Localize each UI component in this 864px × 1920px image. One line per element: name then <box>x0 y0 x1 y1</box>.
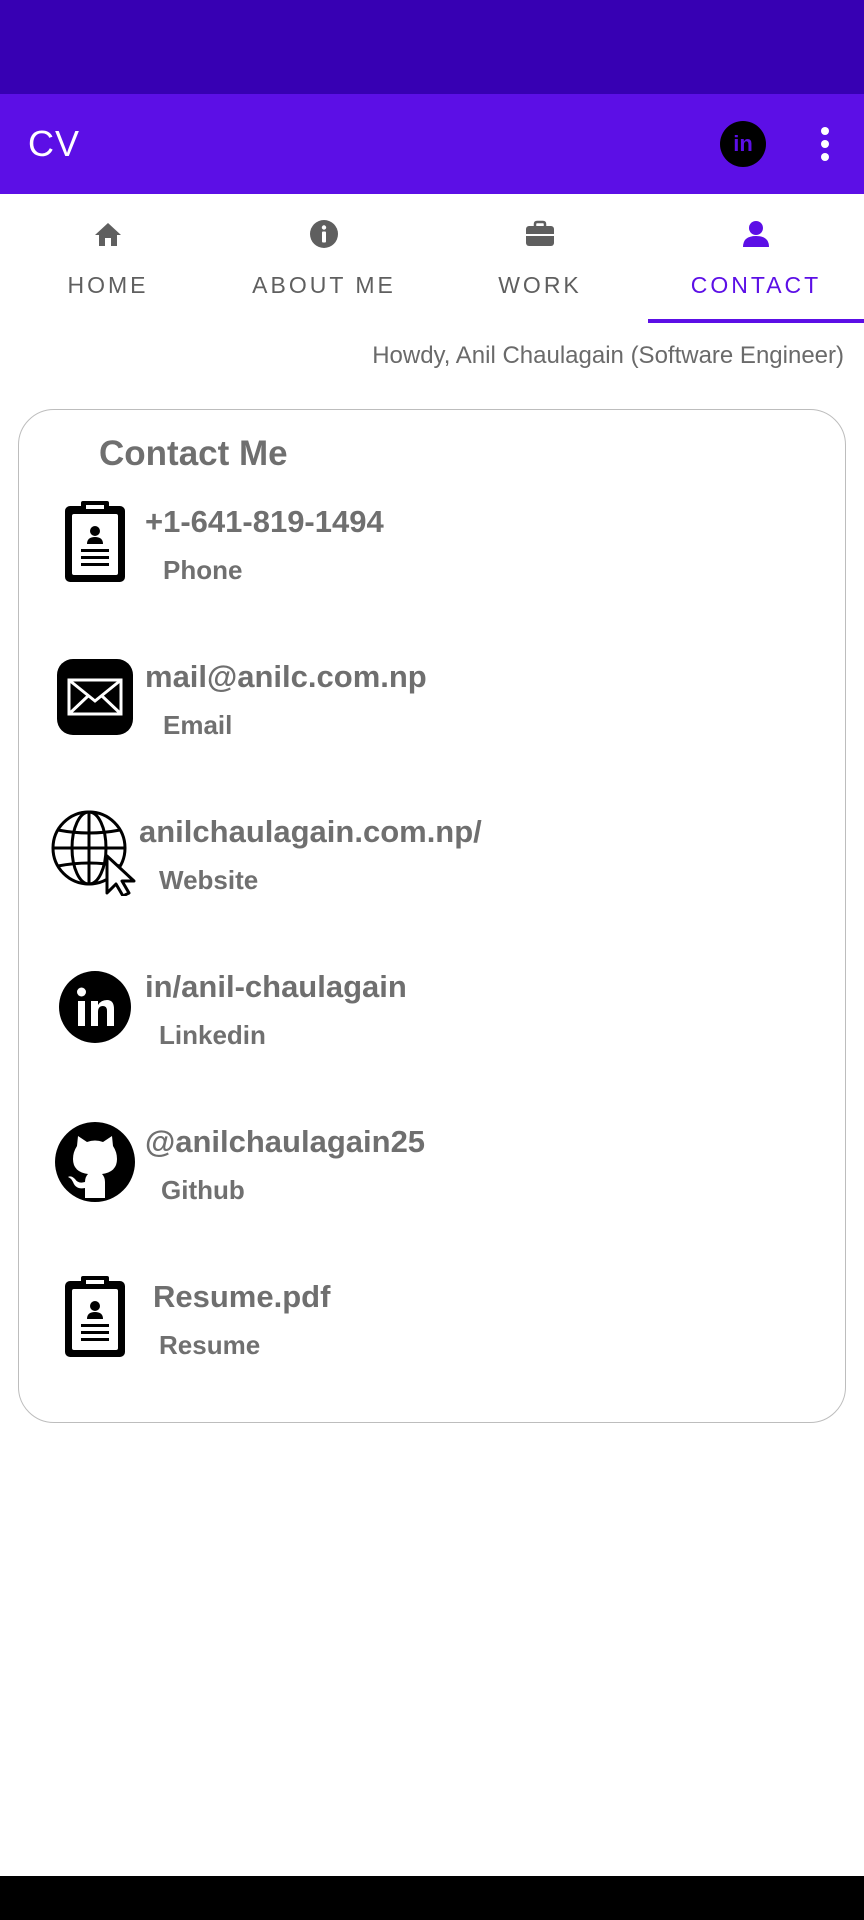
status-bar <box>0 0 864 94</box>
app-title: CV <box>28 123 81 164</box>
contact-item-phone[interactable]: +1-641-819-1494 Phone <box>19 498 847 608</box>
github-icon <box>55 1122 135 1202</box>
contact-value: mail@anilc.com.np <box>145 659 427 694</box>
tab-about-me[interactable]: ABOUT ME <box>216 194 432 322</box>
tab-label: WORK <box>498 272 582 298</box>
clipboard-icon <box>65 501 125 582</box>
app-bar: CV in <box>0 94 864 194</box>
person-icon <box>743 221 769 247</box>
tab-home[interactable]: HOME <box>0 194 216 322</box>
contact-card: Contact Me +1-641-819-1494 Phone mail@an… <box>18 409 846 1423</box>
contact-label: Email <box>163 710 233 740</box>
linkedin-icon[interactable]: in <box>720 121 766 167</box>
home-icon <box>95 223 121 246</box>
tab-contact[interactable]: CONTACT <box>648 194 864 322</box>
more-vert-icon[interactable] <box>808 116 842 172</box>
linkedin-glyph: in <box>733 131 753 156</box>
active-tab-indicator <box>648 319 864 323</box>
globe-cursor-icon <box>51 810 136 896</box>
greeting-text: Howdy, Anil Chaulagain (Software Enginee… <box>372 342 844 369</box>
contact-value: in/anil-chaulagain <box>145 969 407 1004</box>
clipboard-icon <box>65 1276 125 1357</box>
info-icon <box>310 220 338 248</box>
contact-label: Linkedin <box>159 1020 266 1050</box>
contact-item-linkedin[interactable]: in/anil-chaulagain Linkedin <box>19 963 847 1073</box>
contact-label: Resume <box>159 1330 261 1360</box>
tab-label: CONTACT <box>690 272 822 298</box>
tab-label: HOME <box>67 272 149 298</box>
contact-value: +1-641-819-1494 <box>145 504 384 539</box>
tab-label: ABOUT ME <box>252 272 396 298</box>
contact-label: Github <box>161 1175 245 1205</box>
contact-label: Website <box>159 865 259 895</box>
tab-work[interactable]: WORK <box>432 194 648 322</box>
system-navigation-bar <box>0 1876 864 1920</box>
contact-value: @anilchaulagain25 <box>145 1124 426 1159</box>
linkedin-icon <box>59 971 131 1043</box>
contact-item-email[interactable]: mail@anilc.com.np Email <box>19 653 847 763</box>
contact-item-website[interactable]: anilchaulagain.com.np/ Website <box>19 808 847 918</box>
contact-item-resume[interactable]: Resume.pdf Resume <box>19 1273 847 1383</box>
tab-bar: HOME ABOUT ME WORK CONTACT <box>0 194 864 323</box>
contact-value: Resume.pdf <box>153 1279 331 1314</box>
card-title: Contact Me <box>99 434 288 473</box>
contact-value: anilchaulagain.com.np/ <box>139 814 482 849</box>
briefcase-icon <box>526 220 554 246</box>
contact-label: Phone <box>163 555 243 585</box>
envelope-icon <box>57 659 133 735</box>
contact-item-github[interactable]: @anilchaulagain25 Github <box>19 1118 847 1228</box>
